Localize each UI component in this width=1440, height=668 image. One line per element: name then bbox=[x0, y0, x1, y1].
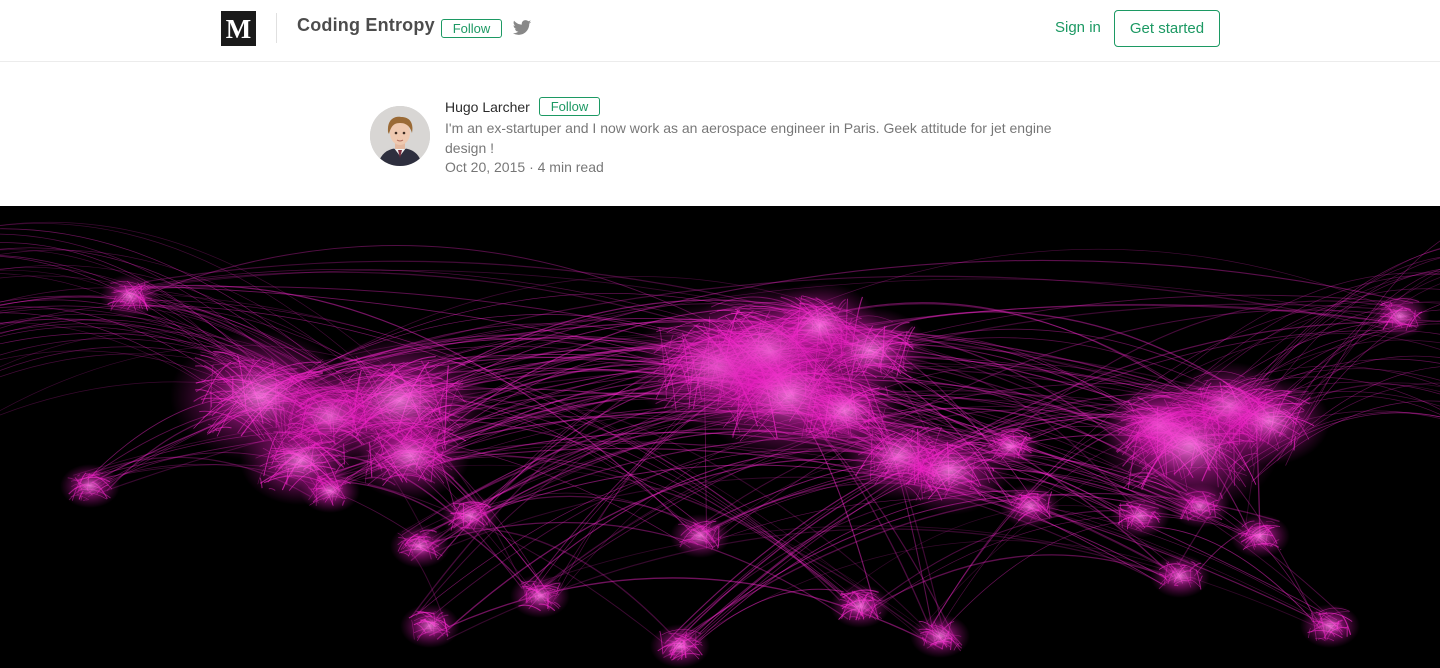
author-bio: I'm an ex-startuper and I now work as an… bbox=[445, 120, 1052, 156]
airport-hub-glow bbox=[100, 274, 160, 318]
header-divider bbox=[276, 13, 277, 43]
airport-hub-glow bbox=[1150, 554, 1210, 598]
top-navigation-bar: M Coding Entropy Follow Sign in Get star… bbox=[0, 0, 1440, 62]
airport-hub-glow bbox=[1230, 514, 1290, 558]
post-meta: Oct 20, 2015 · 4 min read bbox=[445, 159, 604, 175]
airport-hub-glow bbox=[670, 514, 730, 558]
airport-hub-glow bbox=[510, 574, 570, 618]
airport-hub-glow bbox=[1210, 377, 1330, 465]
hero-image[interactable] bbox=[0, 206, 1440, 668]
author-avatar[interactable] bbox=[370, 106, 430, 166]
airport-hub-glow bbox=[830, 584, 890, 628]
post-date[interactable]: Oct 20, 2015 bbox=[445, 159, 525, 175]
read-time: 4 min read bbox=[537, 159, 604, 175]
publication-follow-button[interactable]: Follow bbox=[441, 19, 502, 38]
airport-hub-glow bbox=[650, 624, 710, 668]
publication-name[interactable]: Coding Entropy bbox=[297, 15, 435, 36]
sign-in-link[interactable]: Sign in bbox=[1055, 19, 1101, 36]
world-flight-routes-image bbox=[0, 206, 1440, 668]
medium-logo-letter: M bbox=[225, 14, 252, 44]
airport-hub-glow bbox=[350, 412, 470, 500]
airport-hub-glow bbox=[1110, 494, 1170, 538]
airport-hub-glow bbox=[1370, 294, 1430, 338]
meta-separator: · bbox=[529, 159, 534, 175]
medium-logo[interactable]: M bbox=[221, 11, 256, 46]
airport-hub-glow bbox=[400, 604, 460, 648]
airport-hub-glow bbox=[1000, 484, 1060, 528]
airport-hub-glow bbox=[980, 424, 1040, 468]
airport-hub-glow bbox=[1300, 604, 1360, 648]
airport-hub-glow bbox=[390, 524, 450, 568]
airport-hub-glow bbox=[910, 614, 970, 658]
airport-hub-glow bbox=[1170, 484, 1230, 528]
get-started-button[interactable]: Get started bbox=[1114, 10, 1220, 47]
airport-hub-glow bbox=[60, 464, 120, 508]
author-follow-button[interactable]: Follow bbox=[539, 97, 600, 116]
author-name[interactable]: Hugo Larcher bbox=[445, 99, 530, 115]
airport-hub-glow bbox=[300, 469, 360, 513]
twitter-icon[interactable] bbox=[512, 18, 532, 38]
author-portrait-image bbox=[370, 106, 430, 166]
airport-hub-glow bbox=[440, 494, 500, 538]
